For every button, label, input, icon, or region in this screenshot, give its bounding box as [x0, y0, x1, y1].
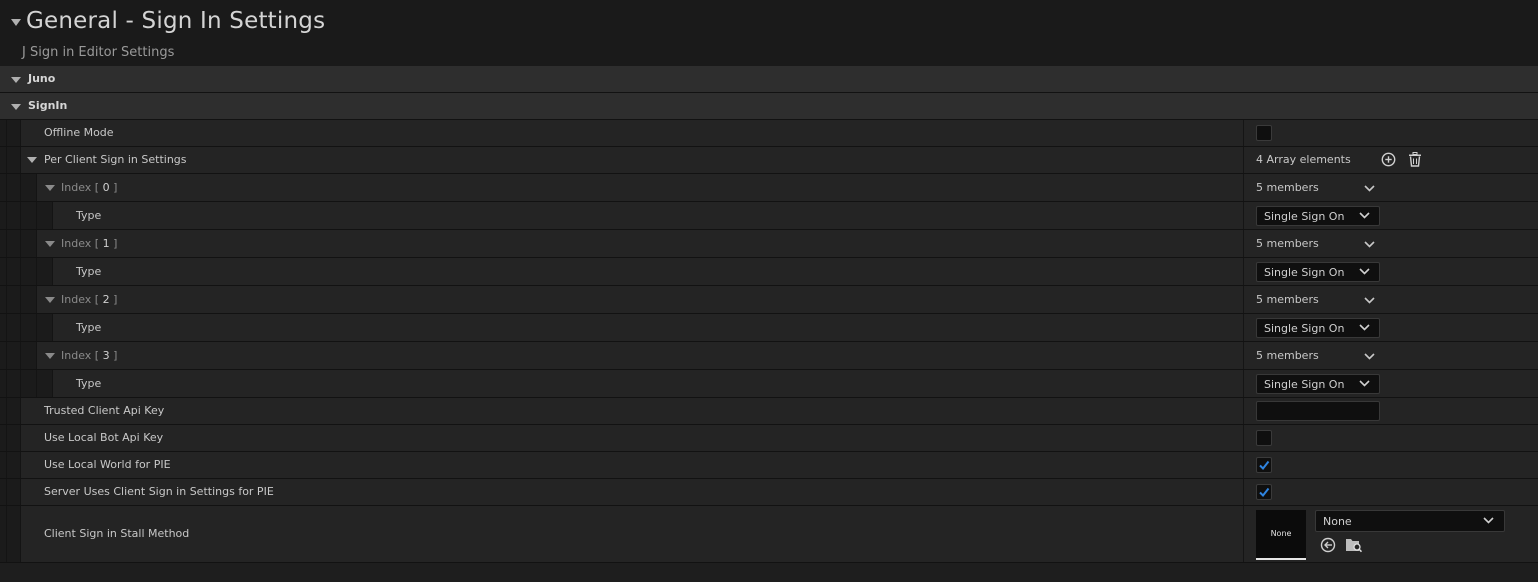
page-subtitle: J Sign in Editor Settings	[22, 45, 175, 60]
array-element-row[interactable]: Index [ 3 ] 5 members	[0, 342, 1538, 370]
property-row-trusted-api-key: Trusted Client Api Key	[0, 398, 1538, 425]
offline-mode-checkbox[interactable]	[1256, 125, 1272, 141]
folder-search-icon[interactable]	[1345, 537, 1363, 553]
property-label: Offline Mode	[44, 126, 114, 139]
type-dropdown[interactable]: Single Sign On	[1256, 262, 1380, 282]
array-count: 4 Array elements	[1256, 153, 1351, 166]
expand-arrow-icon[interactable]	[45, 185, 55, 191]
members-count: 5 members	[1256, 181, 1319, 194]
section-header: General - Sign In Settings J Sign in Edi…	[0, 0, 1538, 67]
chevron-down-icon[interactable]	[1364, 185, 1375, 192]
server-uses-client-checkbox[interactable]	[1256, 484, 1272, 500]
array-element-label: Index [ 2 ]	[61, 293, 118, 306]
expand-arrow-icon[interactable]	[45, 353, 55, 359]
category-label: Juno	[28, 72, 56, 85]
property-label: Type	[76, 377, 102, 390]
trusted-api-key-input[interactable]	[1256, 401, 1380, 421]
members-count: 5 members	[1256, 293, 1319, 306]
chevron-down-icon	[1483, 517, 1494, 524]
array-element-row[interactable]: Index [ 1 ] 5 members	[0, 230, 1538, 258]
chevron-down-icon	[1359, 324, 1370, 331]
property-row-server-uses-client: Server Uses Client Sign in Settings for …	[0, 479, 1538, 506]
type-row: Type Single Sign On	[0, 258, 1538, 286]
chevron-down-icon	[1359, 268, 1370, 275]
type-dropdown[interactable]: Single Sign On	[1256, 318, 1380, 338]
array-element-row[interactable]: Index [ 0 ] 5 members	[0, 174, 1538, 202]
chevron-down-icon[interactable]	[1364, 297, 1375, 304]
type-row: Type Single Sign On	[0, 370, 1538, 398]
property-label: Server Uses Client Sign in Settings for …	[44, 485, 274, 498]
property-label: Client Sign in Stall Method	[44, 527, 190, 540]
property-label: Type	[76, 265, 102, 278]
property-label: Use Local Bot Api Key	[44, 431, 164, 444]
expand-arrow-icon[interactable]	[11, 104, 21, 110]
property-row-stall-method: Client Sign in Stall Method None None	[0, 506, 1538, 563]
property-row-local-bot-key: Use Local Bot Api Key	[0, 425, 1538, 452]
type-dropdown[interactable]: Single Sign On	[1256, 206, 1380, 226]
chevron-down-icon[interactable]	[1364, 353, 1375, 360]
category-label: SignIn	[28, 99, 68, 112]
array-element-label: Index [ 0 ]	[61, 181, 118, 194]
checkmark-icon	[1259, 487, 1270, 498]
chevron-down-icon	[1359, 212, 1370, 219]
category-signin[interactable]: SignIn	[0, 93, 1538, 120]
plus-circle-icon[interactable]	[1381, 152, 1396, 167]
asset-thumbnail[interactable]: None	[1256, 510, 1306, 560]
members-count: 5 members	[1256, 349, 1319, 362]
category-juno[interactable]: Juno	[0, 66, 1538, 93]
details-panel: General - Sign In Settings J Sign in Edi…	[0, 0, 1538, 582]
type-row: Type Single Sign On	[0, 202, 1538, 230]
expand-arrow-icon[interactable]	[11, 77, 21, 83]
arrow-left-circle-icon[interactable]	[1320, 537, 1336, 553]
array-element-label: Index [ 3 ]	[61, 349, 118, 362]
expand-arrow-icon[interactable]	[45, 297, 55, 303]
property-label: Per Client Sign in Settings	[44, 153, 187, 166]
property-label: Type	[76, 209, 102, 222]
checkmark-icon	[1259, 460, 1270, 471]
property-label: Trusted Client Api Key	[44, 404, 165, 417]
page-title: General - Sign In Settings	[26, 8, 326, 34]
chevron-down-icon	[1359, 380, 1370, 387]
property-label: Use Local World for PIE	[44, 458, 171, 471]
chevron-down-icon[interactable]	[1364, 241, 1375, 248]
stall-method-dropdown[interactable]: None	[1315, 510, 1505, 532]
array-element-row[interactable]: Index [ 2 ] 5 members	[0, 286, 1538, 314]
array-element-label: Index [ 1 ]	[61, 237, 118, 250]
type-row: Type Single Sign On	[0, 314, 1538, 342]
local-world-checkbox[interactable]	[1256, 457, 1272, 473]
expand-arrow-icon[interactable]	[45, 241, 55, 247]
type-dropdown[interactable]: Single Sign On	[1256, 374, 1380, 394]
panel-footer	[0, 563, 1538, 582]
collapse-caret-icon[interactable]	[11, 19, 21, 26]
local-bot-key-checkbox[interactable]	[1256, 430, 1272, 446]
property-row-local-world: Use Local World for PIE	[0, 452, 1538, 479]
property-row-per-client-settings[interactable]: Per Client Sign in Settings 4 Array elem…	[0, 147, 1538, 174]
property-row-offline-mode: Offline Mode	[0, 120, 1538, 147]
expand-arrow-icon[interactable]	[27, 157, 37, 163]
members-count: 5 members	[1256, 237, 1319, 250]
trash-icon[interactable]	[1408, 152, 1422, 167]
property-label: Type	[76, 321, 102, 334]
